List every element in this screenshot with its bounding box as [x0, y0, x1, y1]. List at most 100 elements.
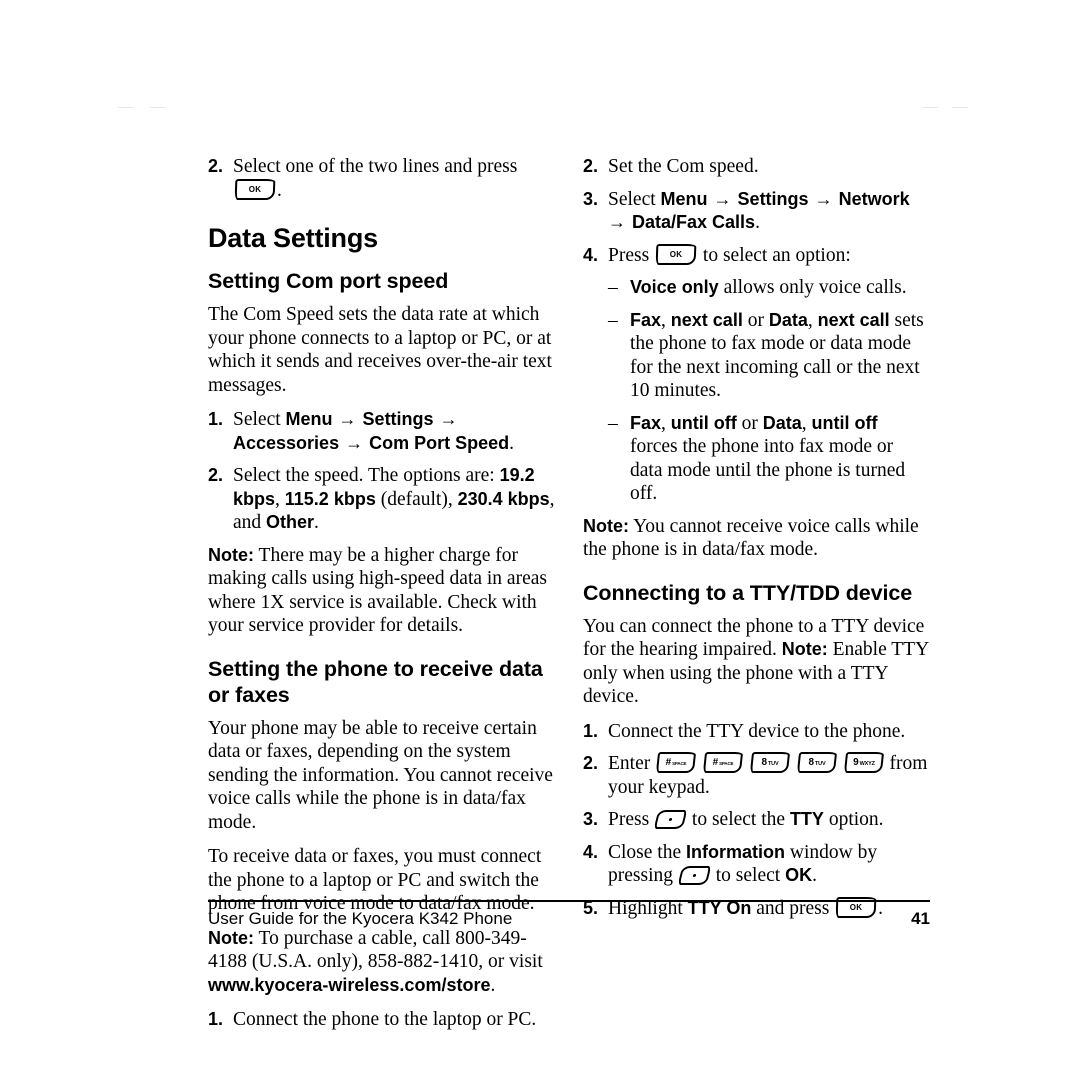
- step-text: Select: [233, 409, 286, 430]
- 8-tuv-key-icon: 8 TUV: [749, 752, 790, 773]
- step-marker: 2.: [583, 156, 599, 176]
- crop-mark-top-right: [922, 107, 938, 108]
- step-marker: 3.: [583, 188, 599, 209]
- arrow-icon: →: [333, 409, 362, 429]
- step-marker: 4.: [583, 841, 599, 862]
- option-body: Voice only allows only voice calls.: [630, 276, 930, 300]
- step-marker: 1.: [583, 720, 599, 741]
- com-port-intro-paragraph: The Com Speed sets the data rate at whic…: [208, 304, 552, 396]
- option-description: forces the phone into fax mode or data m…: [630, 436, 906, 504]
- option-label-next-call-2: next call: [817, 309, 890, 330]
- step-text-before: Enter: [608, 753, 651, 774]
- step-body: Close the Information window by pressing…: [608, 841, 930, 888]
- com-port-note: Note: There may be a higher charge for m…: [208, 544, 555, 638]
- footer-title: User Guide for the Kyocera K342 Phone: [208, 909, 513, 928]
- step-body: Connect the TTY device to the phone.: [608, 720, 906, 742]
- 8-key-digit: 8: [761, 756, 767, 768]
- step-marker: 2.: [208, 156, 224, 176]
- section-title-data-settings: Data Settings: [208, 223, 378, 253]
- step-text-end: .: [314, 512, 319, 533]
- sep: ,: [801, 412, 812, 434]
- com-port-step-1: 1. Select Menu → Settings → Accessories …: [208, 408, 555, 455]
- receive-data-step-1: 1. Connect the phone to the laptop or PC…: [208, 1008, 555, 1032]
- step-text-before: Press: [608, 244, 650, 266]
- nav-select-key-icon: [653, 810, 688, 829]
- option-description: allows only voice calls.: [718, 277, 907, 298]
- crop-mark-top-left: [118, 107, 134, 108]
- option-label-fax: Fax: [630, 309, 662, 330]
- tty-step-4: 4. Close the Information window by press…: [583, 841, 930, 888]
- menu-term-settings: Settings: [737, 188, 809, 209]
- option-230-4-kbps: 230.4 kbps: [457, 488, 550, 509]
- data-fax-step-4: 4. Press OK to select an option:: [583, 243, 930, 268]
- step-text-end: .: [509, 432, 514, 454]
- step-body: Set the Com speed.: [608, 156, 759, 177]
- subsection-title-com-port-speed: Setting Com port speed: [208, 269, 449, 293]
- store-url: www.kyocera-wireless.com/store: [208, 974, 491, 995]
- hash-key-digit: #: [665, 756, 672, 768]
- hash-key-icon: # SPACE: [656, 752, 697, 773]
- step-body: Enter # SPACE # SPACE 8 TUV 8 TUV 9 WXYZ from…: [608, 752, 930, 799]
- step-text: Select the speed. The options are:: [233, 465, 500, 486]
- option-label-fax: Fax: [630, 412, 662, 433]
- tty-step-3: 3. Press to select the TTY option.: [583, 808, 930, 832]
- step-text-after: option.: [823, 809, 884, 830]
- option-label-data: Data: [768, 309, 808, 330]
- dash-marker: –: [608, 277, 618, 298]
- step-text-mid: to select the: [691, 809, 790, 830]
- hash-key-letters: SPACE: [719, 760, 734, 766]
- menu-term-settings: Settings: [362, 409, 434, 429]
- hash-key-digit: #: [712, 756, 719, 768]
- option-next-call: – Fax, next call or Data, next call sets…: [608, 309, 930, 403]
- subsection-title-receive-data-faxes: Setting the phone to receive data or fax…: [208, 656, 543, 707]
- step-marker: 4.: [583, 244, 599, 265]
- step-text-end: .: [812, 865, 817, 886]
- step-text-after: to select: [715, 865, 786, 886]
- step-body: Select the speed. The options are: 19.2 …: [233, 464, 555, 535]
- sep: ,: [275, 488, 285, 510]
- option-label-next-call: next call: [670, 309, 743, 330]
- right-column: 2. Set the Com speed. 3. Select Menu → S…: [583, 155, 930, 929]
- tty-step-2: 2. Enter # SPACE # SPACE 8 TUV 8 TUV 9 WXYZ f…: [583, 752, 930, 799]
- menu-term-data-fax-calls: Data/Fax Calls: [632, 212, 756, 232]
- tty-intro-paragraph: You can connect the phone to a TTY devic…: [583, 615, 930, 709]
- ok-key-icon: OK: [655, 243, 697, 265]
- step-marker: 1.: [208, 1009, 224, 1029]
- step-text-after: .: [277, 179, 282, 201]
- com-port-step-2: 2. Select the speed. The options are: 19…: [208, 464, 555, 535]
- crop-mark-top-right-2: [952, 107, 968, 108]
- data-fax-step-3: 3. Select Menu → Settings → Network → Da…: [583, 188, 930, 235]
- step-text-after: to select an option:: [702, 244, 851, 266]
- menu-term-menu: Menu: [660, 188, 708, 209]
- step-marker: 3.: [583, 809, 599, 829]
- option-body: Fax, until off or Data, until off forces…: [630, 412, 930, 506]
- 8-key-letters: TUV: [767, 760, 779, 767]
- nav-key-dot: [668, 818, 673, 821]
- option-voice-only: – Voice only allows only voice calls.: [608, 276, 930, 300]
- option-115-2-kbps: 115.2 kbps: [284, 488, 376, 509]
- arrow-icon: →: [340, 432, 369, 453]
- 9-key-digit: 9: [852, 756, 859, 768]
- note-label: Note:: [208, 544, 254, 565]
- footer-row: User Guide for the Kyocera K342 Phone 41: [208, 909, 930, 929]
- sep: ,: [807, 309, 818, 331]
- sep: or: [736, 412, 763, 434]
- hash-key-icon: # SPACE: [702, 752, 744, 773]
- data-fax-note: Note: You cannot receive voice calls whi…: [583, 515, 930, 562]
- note-text: There may be a higher charge for making …: [208, 544, 547, 637]
- carryover-step-2: 2. Select one of the two lines and press…: [208, 155, 555, 202]
- hash-key-letters: SPACE: [672, 760, 687, 766]
- step-text-before: Select one of the two lines and press: [233, 156, 518, 177]
- ok-key-icon: OK: [234, 178, 276, 200]
- arrow-icon: →: [809, 188, 838, 209]
- dash-marker: –: [608, 412, 618, 434]
- receive-data-paragraph-1: Your phone may be able to receive certai…: [208, 717, 553, 833]
- data-fax-step-2: 2. Set the Com speed.: [583, 155, 930, 179]
- nav-select-key-icon: [677, 866, 712, 885]
- 8-key-letters: TUV: [814, 760, 826, 767]
- note-text: To purchase a cable, call 800-349-4188 (…: [208, 927, 543, 973]
- 8-key-digit: 8: [808, 756, 814, 768]
- option-ok: OK: [785, 865, 813, 885]
- option-until-off: – Fax, until off or Data, until off forc…: [608, 412, 930, 506]
- step-body: Press OK to select an option:: [608, 243, 930, 268]
